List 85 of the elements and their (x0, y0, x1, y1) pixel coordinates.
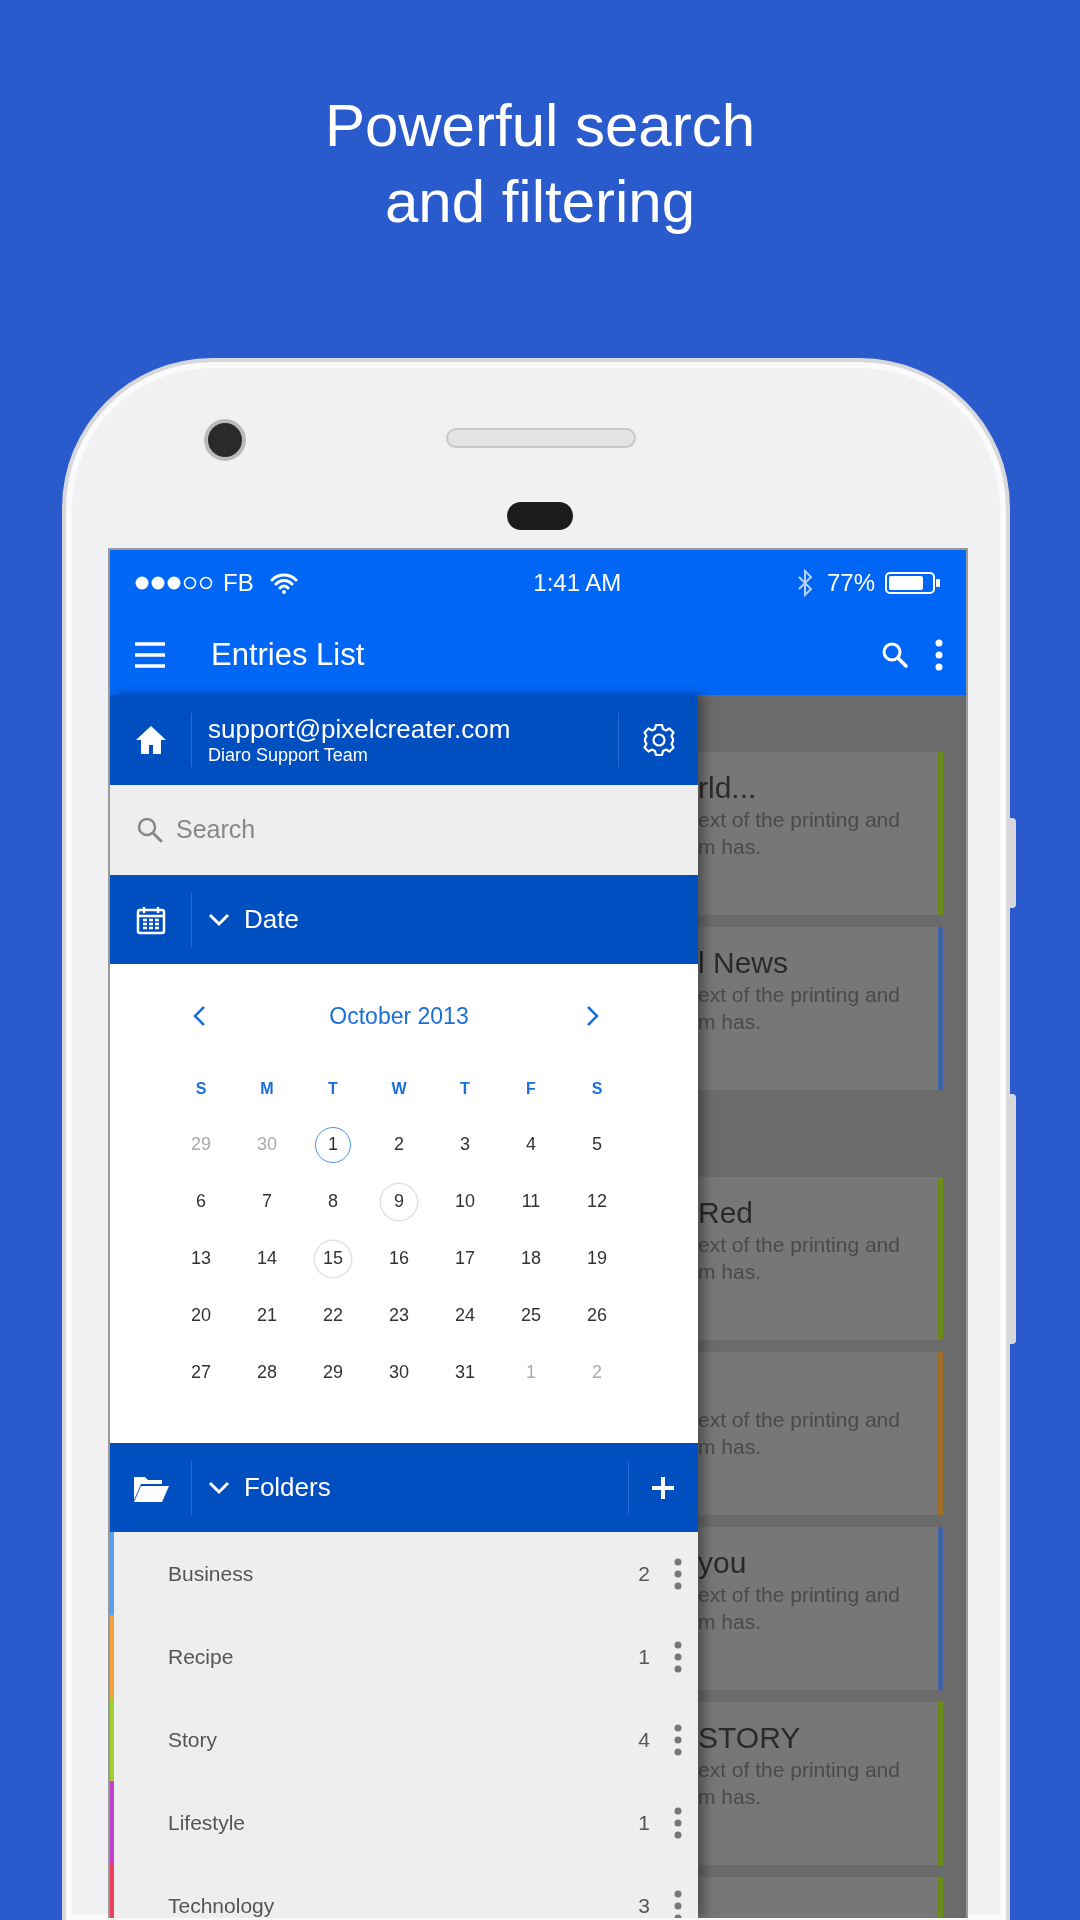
calendar-day[interactable]: 3 (447, 1126, 483, 1163)
calendar-day[interactable]: 29 (315, 1354, 351, 1391)
account-email: support@pixelcreater.com (208, 714, 512, 744)
folder-name: Story (168, 1726, 218, 1753)
folder-item[interactable]: Technology 3 (110, 1864, 698, 1918)
folder-item[interactable]: Story 4 (110, 1698, 698, 1781)
calendar-day[interactable]: 21 (249, 1297, 285, 1334)
folder-options-button[interactable] (672, 1556, 684, 1591)
folder-item[interactable]: Recipe 1 (110, 1615, 698, 1698)
folder-count: 2 (638, 1560, 650, 1587)
bluetooth-icon (796, 568, 813, 597)
folder-name: Technology (168, 1892, 276, 1918)
battery-percentage: 77% (826, 567, 875, 598)
calendar-day[interactable]: 20 (183, 1297, 219, 1334)
carrier-name: FB (223, 567, 254, 598)
settings-button[interactable] (640, 722, 677, 758)
calendar-day[interactable]: 16 (381, 1240, 417, 1277)
headline-text: Powerful search (324, 91, 756, 161)
account-name: Diaro Support Team (208, 744, 369, 766)
calendar-day[interactable]: 26 (579, 1297, 615, 1334)
folder-name: Business (168, 1560, 255, 1587)
calendar-day[interactable]: 30 (381, 1354, 417, 1391)
calendar-day[interactable]: 4 (513, 1126, 549, 1163)
folder-name: Lifestyle (168, 1809, 247, 1836)
screen-title: Entries List (211, 635, 366, 674)
calendar-day[interactable]: 18 (513, 1240, 549, 1277)
calendar-day[interactable]: 7 (249, 1183, 285, 1220)
folder-options-button[interactable] (672, 1888, 684, 1918)
weekday-label: S (591, 1079, 603, 1099)
folder-item[interactable]: Business 2 (110, 1532, 698, 1615)
folder-options-button[interactable] (672, 1639, 684, 1674)
folder-count: 4 (638, 1726, 650, 1753)
calendar-day[interactable]: 31 (447, 1354, 483, 1391)
entry-title: you (698, 1545, 747, 1581)
weekday-label: F (526, 1079, 536, 1099)
calendar-day[interactable]: 15 (315, 1240, 351, 1277)
weekday-label: M (260, 1079, 274, 1099)
calendar-day[interactable]: 2 (381, 1126, 417, 1163)
calendar-day[interactable]: 14 (249, 1240, 285, 1277)
entry-title: STORY (698, 1720, 801, 1756)
sensor (507, 502, 573, 530)
calendar-day[interactable]: 5 (579, 1126, 615, 1163)
folder-item[interactable]: Lifestyle 1 (110, 1781, 698, 1864)
folder-options-button[interactable] (672, 1805, 684, 1840)
date-section-header[interactable]: Date (110, 875, 698, 964)
weekday-label: S (195, 1079, 207, 1099)
clock-time: 1:41 AM (533, 567, 622, 598)
calendar-day[interactable]: 17 (447, 1240, 483, 1277)
calendar-day[interactable]: 23 (381, 1297, 417, 1334)
calendar-day[interactable]: 10 (447, 1183, 483, 1220)
headline-text: and filtering (384, 167, 696, 237)
calendar-day[interactable]: 8 (315, 1183, 351, 1220)
calendar-day[interactable]: 6 (183, 1183, 219, 1220)
search-icon (136, 816, 164, 844)
calendar-day[interactable]: 12 (579, 1183, 615, 1220)
battery-icon (885, 570, 941, 595)
folders-section-header[interactable]: Folders (110, 1443, 698, 1532)
month-title: October 2013 (329, 1001, 469, 1031)
camera-icon (204, 419, 246, 461)
section-title: Date (244, 903, 299, 936)
weekday-label: T (460, 1079, 470, 1099)
calendar-day[interactable]: 19 (579, 1240, 615, 1277)
folder-options-button[interactable] (672, 1722, 684, 1757)
calendar-day[interactable]: 28 (249, 1354, 285, 1391)
folder-name: Recipe (168, 1643, 235, 1670)
entry-title: Red (698, 1195, 754, 1231)
signal-icon (135, 574, 213, 591)
calendar-day[interactable]: 24 (447, 1297, 483, 1334)
calendar-day[interactable]: 22 (315, 1297, 351, 1334)
entry-title: rld... (698, 770, 757, 806)
folder-count: 1 (638, 1809, 650, 1836)
calendar-day[interactable]: 13 (183, 1240, 219, 1277)
weekday-label: W (391, 1079, 407, 1099)
folder-count: 3 (638, 1892, 650, 1918)
calendar-icon (135, 904, 166, 935)
search-field[interactable]: Search (176, 811, 698, 849)
entry-title: l News (698, 945, 788, 981)
wifi-icon (269, 571, 298, 594)
calendar-day[interactable]: 11 (513, 1183, 549, 1220)
calendar-day[interactable]: 27 (183, 1354, 219, 1391)
weekday-label: T (328, 1079, 338, 1099)
calendar-day[interactable]: 9 (381, 1183, 417, 1220)
section-title: Folders (244, 1471, 332, 1504)
folder-count: 1 (638, 1643, 650, 1670)
calendar-day[interactable]: 25 (513, 1297, 549, 1334)
